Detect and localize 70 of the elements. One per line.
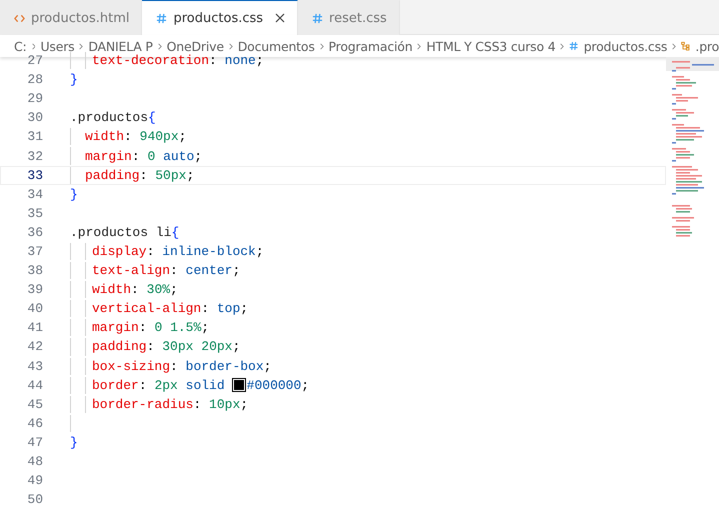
- editor-tab[interactable]: reset.css: [298, 0, 400, 35]
- line-number: 34: [26, 186, 43, 202]
- chevron-right-icon: [417, 42, 422, 50]
- code-text: .productos{: [70, 110, 156, 126]
- line-number: 40: [26, 301, 43, 316]
- code-text: width: 30%;: [92, 282, 178, 298]
- line-number: 30: [26, 110, 43, 126]
- breadcrumb-item[interactable]: .pro: [695, 38, 719, 54]
- chevron-right-icon: [228, 42, 233, 50]
- line-number: 42: [26, 339, 43, 354]
- breadcrumb-item[interactable]: Users: [40, 38, 74, 54]
- line-number: 32: [26, 148, 43, 164]
- code-text: border: 2px solid: [92, 378, 225, 393]
- close-icon[interactable]: [275, 13, 286, 23]
- line-number: 46: [26, 416, 43, 431]
- code-text: text-align: center;: [92, 263, 240, 278]
- line-number: 48: [26, 454, 43, 470]
- line-number: 29: [26, 91, 43, 106]
- chevron-right-icon: [79, 42, 84, 50]
- breadcrumb-item[interactable]: Programación: [328, 38, 412, 54]
- hash-icon: [569, 40, 579, 52]
- line-number: 39: [26, 282, 43, 298]
- code-text: padding: 30px 20px;: [92, 339, 240, 354]
- hash-icon: [312, 12, 324, 24]
- code-text: padding: 50px;: [85, 168, 194, 183]
- code-text: vertical-align: top;: [92, 301, 248, 316]
- chevron-right-icon: [158, 42, 162, 50]
- line-number: 47: [26, 434, 43, 450]
- line-number: 45: [26, 396, 43, 412]
- chevron-right-icon: [560, 42, 564, 50]
- color-swatch[interactable]: [232, 379, 245, 392]
- line-number: 35: [26, 206, 43, 221]
- code-text: margin: 0 1.5%;: [92, 320, 210, 336]
- breadcrumb-item[interactable]: DANIELA P: [88, 38, 153, 54]
- breadcrumb-item[interactable]: Documentos: [238, 38, 315, 54]
- code-text: box-sizing: border-box;: [92, 358, 272, 374]
- breadcrumb-item[interactable]: C:: [14, 38, 27, 54]
- editor-tab[interactable]: productos.css: [142, 0, 298, 35]
- code-text: margin: 0 auto;: [85, 148, 202, 164]
- code-text: }: [70, 72, 78, 88]
- line-number: 50: [26, 492, 43, 507]
- line-number: 36: [26, 224, 43, 240]
- code-text: text-decoration: none;: [92, 53, 264, 68]
- code-text: .productos li{: [70, 224, 180, 240]
- symbol-structure-icon: [681, 40, 690, 52]
- code-brackets-icon: [14, 12, 25, 24]
- code-text: }: [70, 434, 78, 450]
- line-number: 44: [26, 378, 43, 393]
- line-number: 28: [26, 72, 43, 88]
- code-text: display: inline-block;: [92, 244, 264, 259]
- line-number: 38: [26, 263, 43, 278]
- line-number: 33: [26, 168, 43, 183]
- hash-icon: [156, 12, 168, 24]
- line-number: 43: [26, 358, 43, 374]
- line-number: 31: [26, 129, 43, 144]
- code-text: border-radius: 10px;: [92, 396, 248, 412]
- line-number: 49: [26, 473, 43, 488]
- editor-tab[interactable]: productos.html: [0, 0, 142, 35]
- code-text: #000000;: [246, 378, 310, 393]
- line-number: 41: [26, 320, 43, 336]
- chevron-right-icon: [672, 42, 676, 50]
- breadcrumb-item[interactable]: HTML Y CSS3 curso 4: [426, 38, 556, 54]
- line-number: 37: [26, 244, 43, 259]
- code-text: width: 940px;: [85, 129, 186, 144]
- chevron-right-icon: [320, 42, 324, 50]
- line-number: 27: [26, 53, 43, 68]
- breadcrumb-item[interactable]: OneDrive: [166, 38, 224, 54]
- breadcrumb-item[interactable]: productos.css: [584, 38, 668, 54]
- chevron-right-icon: [32, 42, 36, 50]
- code-text: }: [70, 186, 78, 202]
